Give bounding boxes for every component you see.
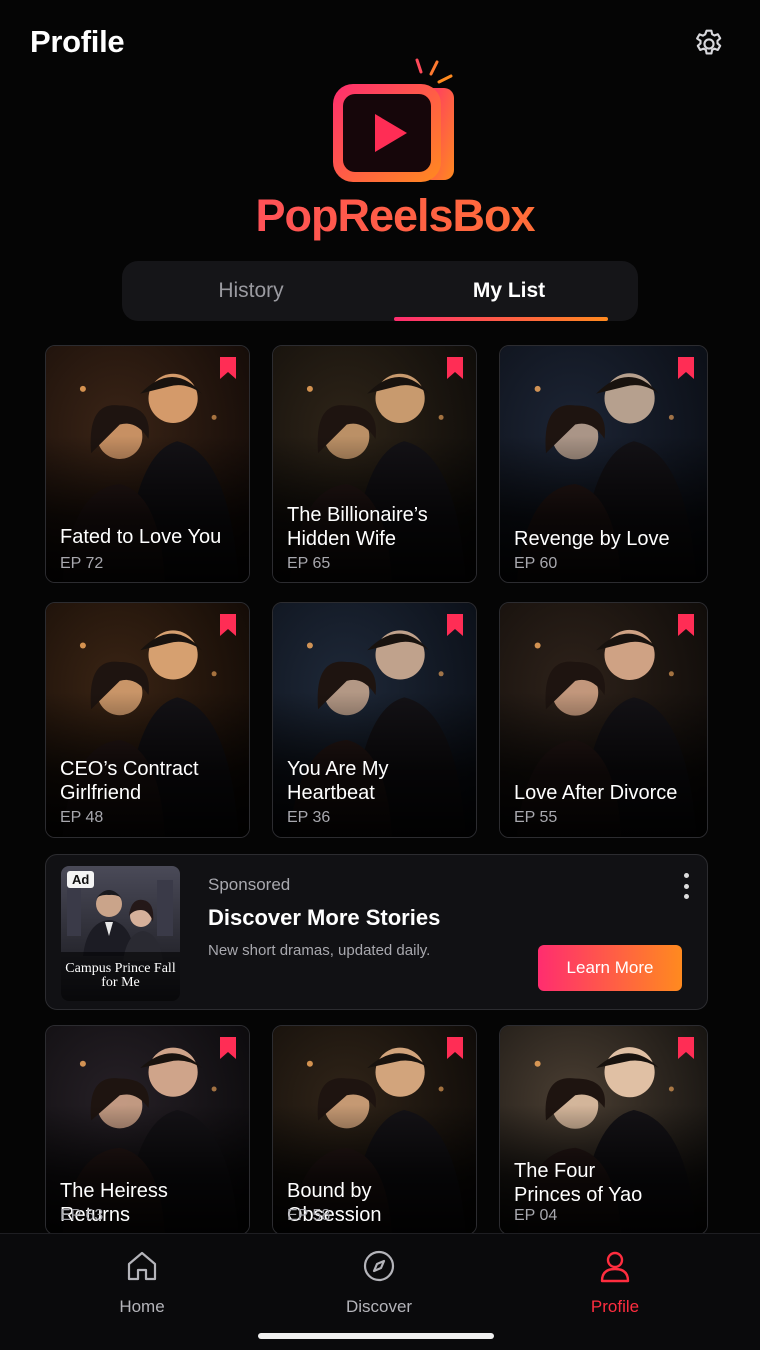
drama-card[interactable]: The Heiress Returns EP 63 [45,1025,250,1235]
episode-label: EP 36 [287,809,331,826]
home-icon [127,1251,157,1281]
drama-card[interactable]: Revenge by Love EP 60 [499,345,708,583]
tab-history[interactable]: History [122,261,380,321]
nav-profile[interactable]: Profile [545,1248,685,1317]
home-indicator [258,1333,494,1339]
drama-card[interactable]: The Billionaire’s Hidden Wife EP 65 [272,345,477,583]
compass-icon [363,1250,395,1282]
drama-title: Revenge by Love [514,528,670,550]
ad-thumb-title: Campus Prince Fall for Me [65,961,176,990]
nav-home[interactable]: Home [72,1248,212,1317]
nav-profile-label: Profile [590,1297,640,1316]
active-tab-indicator [394,317,608,321]
bookmark-icon[interactable] [219,356,237,380]
drama-title: The Billionaire’s Hidden Wife [287,504,428,550]
bookmark-icon[interactable] [446,613,464,637]
bookmark-icon[interactable] [677,356,695,380]
more-options-icon[interactable] [676,873,696,899]
nav-home-label: Home [119,1297,165,1316]
ad-thumbnail[interactable]: Ad Campus Prince Fall for Me [61,866,180,1001]
ad-title: Discover More Stories [208,905,441,930]
drama-title: You Are My Heartbeat [287,758,389,804]
episode-label: EP 63 [60,1207,104,1224]
drama-card[interactable]: CEO’s Contract Girlfriend EP 48 [45,602,250,838]
bookmark-icon[interactable] [219,1036,237,1060]
drama-title: The Four Princes of Yao [514,1160,643,1206]
ad-sponsored-label: Sponsored [208,875,291,894]
nav-discover-label: Discover [345,1297,413,1316]
sponsored-ad[interactable]: Ad Campus Prince Fall for Me Sponsored D… [45,854,708,1010]
episode-label: EP 55 [514,809,558,826]
logo-tv-icon [333,58,454,182]
list-tabs: History My List [122,261,638,321]
user-icon [600,1251,630,1283]
bookmark-icon[interactable] [446,356,464,380]
episode-label: EP 04 [514,1207,558,1224]
drama-card[interactable]: Fated to Love You EP 72 [45,345,250,583]
brand-logo: PopReelsBox [0,52,760,242]
ad-badge: Ad [67,871,95,888]
bookmark-icon[interactable] [219,613,237,637]
bookmark-icon[interactable] [677,1036,695,1060]
tab-my-list[interactable]: My List [380,261,638,321]
drama-title: CEO’s Contract Girlfriend [60,758,199,804]
episode-label: EP 48 [60,809,104,826]
nav-discover[interactable]: Discover [309,1248,449,1317]
learn-more-button[interactable]: Learn More [538,945,682,991]
drama-card[interactable]: Bound by Obsession EP 58 [272,1025,477,1235]
episode-label: EP 58 [287,1207,331,1224]
brand-name: PopReelsBox [0,190,760,242]
episode-label: EP 60 [514,555,558,572]
drama-card[interactable]: Love After Divorce EP 55 [499,602,708,838]
drama-card[interactable]: The Four Princes of Yao EP 04 [499,1025,708,1235]
drama-title: Love After Divorce [514,782,678,804]
drama-card[interactable]: You Are My Heartbeat EP 36 [272,602,477,838]
bookmark-icon[interactable] [677,613,695,637]
ad-description: New short dramas, updated daily. [208,942,431,959]
episode-label: EP 72 [60,555,104,572]
drama-title: Fated to Love You [60,526,222,548]
episode-label: EP 65 [287,555,331,572]
bookmark-icon[interactable] [446,1036,464,1060]
